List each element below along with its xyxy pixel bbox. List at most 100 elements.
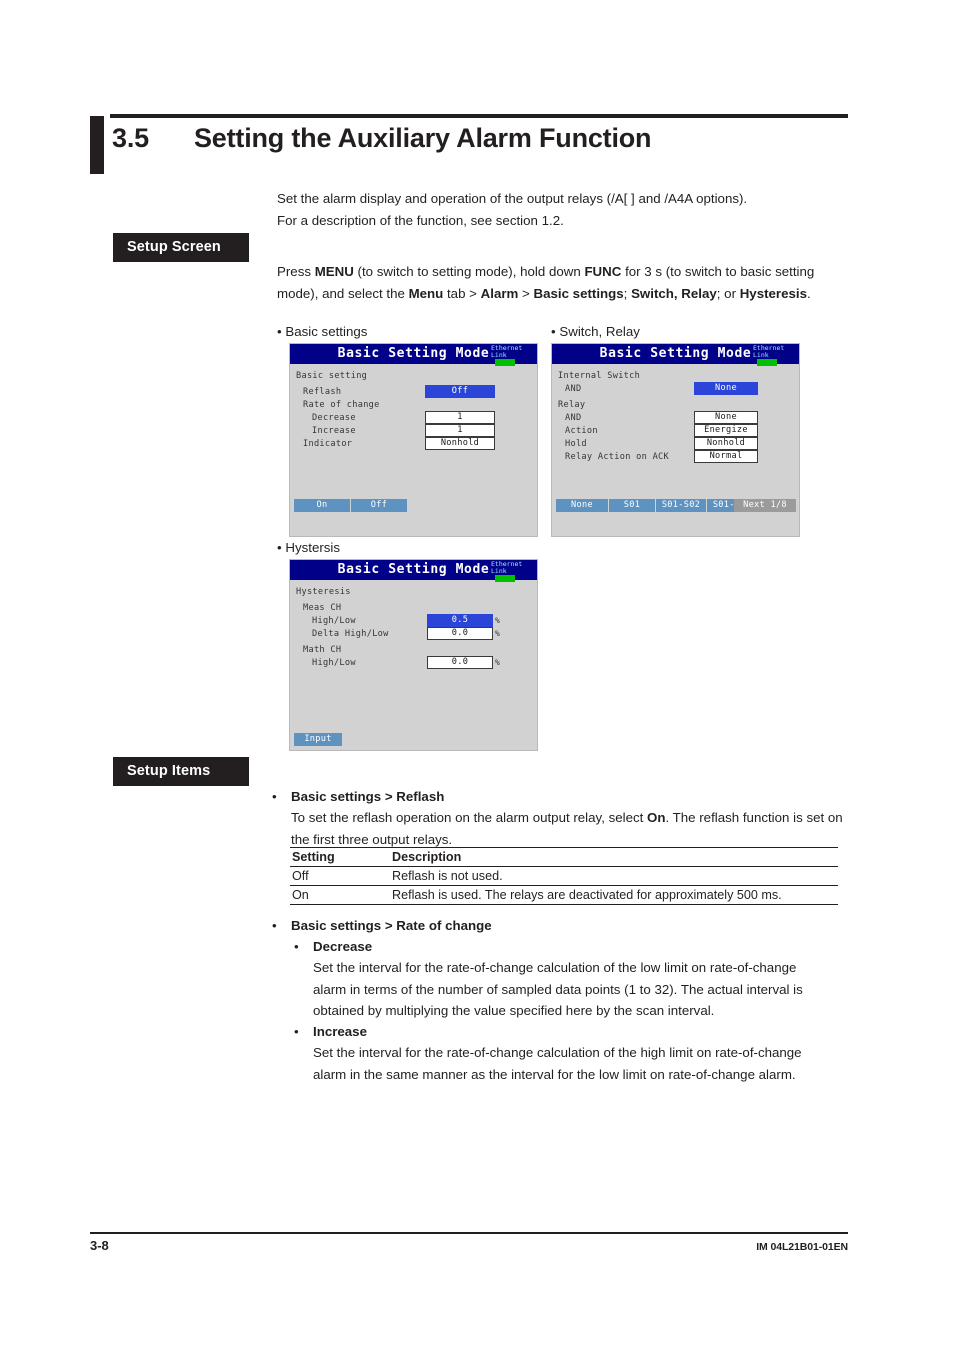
lcd-field-hold[interactable]: Nonhold xyxy=(694,437,758,450)
lcd-field-meas-high-low[interactable]: 0.5 xyxy=(427,614,493,627)
lcd-field-relay-and[interactable]: None xyxy=(694,411,758,424)
lcd-softkey-bar-switch: None S01 S01-S02 S01-S03 Next 1/8 xyxy=(552,499,799,512)
increase-line-1: Set the interval for the rate-of-change … xyxy=(313,1045,802,1060)
intro-paragraph: Set the alarm display and operation of t… xyxy=(277,188,857,232)
reflash-body-1a: To set the reflash operation on the alar… xyxy=(291,810,648,825)
lcd-screen-hysteresis: Basic Setting Mode Ethernet Link Hystere… xyxy=(289,559,538,751)
lcd-unit-delta-high-low: % xyxy=(495,629,500,638)
section-number: 3.5 xyxy=(112,123,149,153)
press-b1: MENU xyxy=(314,264,354,279)
lcd-label-math-high-low: High/Low xyxy=(312,658,356,668)
lcd-body-hysteresis: Hysteresis Meas CH High/Low Delta High/L… xyxy=(290,580,537,748)
lcd-label-action: Action xyxy=(565,426,598,436)
table-cell-description-on: Reflash is used. The relays are deactiva… xyxy=(389,885,838,905)
press-b6: Switch, Relay xyxy=(631,286,717,301)
press-b7: Hysteresis xyxy=(739,286,807,301)
softkey-s01-s02[interactable]: S01-S02 xyxy=(656,499,707,512)
softkey-next-page[interactable]: Next 1/8 xyxy=(734,499,797,512)
table-cell-description-off: Reflash is not used. xyxy=(389,866,838,886)
ethernet-label-line2: Link xyxy=(491,566,507,575)
bullet-reflash-icon: • xyxy=(272,789,277,804)
lcd-group-internal-switch: Internal Switch xyxy=(558,371,641,381)
press-t6: ; xyxy=(623,286,632,301)
lcd-field-reflash[interactable]: Off xyxy=(425,385,495,398)
item-title-increase: Increase xyxy=(313,1024,367,1039)
bullet-decrease-icon: • xyxy=(294,939,299,954)
decrease-line-1: Set the interval for the rate-of-change … xyxy=(313,960,797,975)
lcd-field-increase[interactable]: 1 xyxy=(425,424,495,437)
item-body-increase: Set the interval for the rate-of-change … xyxy=(313,1042,853,1085)
press-b2: FUNC xyxy=(584,264,622,279)
press-b5: Basic settings xyxy=(533,286,624,301)
press-t2: (to switch to setting mode), hold down xyxy=(353,264,585,279)
decrease-line-3: obtained by multiplying the value specif… xyxy=(313,1003,715,1018)
lcd-screen-basic-settings: Basic Setting Mode Ethernet Link Basic s… xyxy=(289,343,538,537)
item-title-rate-of-change: Basic settings > Rate of change xyxy=(291,918,492,933)
lcd-screen-switch-relay: Basic Setting Mode Ethernet Link Interna… xyxy=(551,343,800,537)
lcd-field-switch-and[interactable]: None xyxy=(694,382,758,395)
setup-screen-tag: Setup Screen xyxy=(113,233,249,262)
lcd-label-math-ch: Math CH xyxy=(303,645,342,655)
lcd-label-increase: Increase xyxy=(312,426,356,436)
lcd-body-switch-relay: Internal Switch AND Relay AND Action Hol… xyxy=(552,364,799,514)
lcd-group-hysteresis: Hysteresis xyxy=(296,587,351,597)
lcd-body-basic-settings: Basic setting Reflash Rate of change Dec… xyxy=(290,364,537,514)
lcd-title-text: Basic Setting Mode xyxy=(337,562,490,577)
ethernet-link-indicator: Ethernet Link xyxy=(753,345,797,366)
table-row: Off Reflash is not used. xyxy=(290,866,838,886)
lcd-label-relay-action-ack: Relay Action on ACK xyxy=(565,452,670,462)
item-body-reflash: To set the reflash operation on the alar… xyxy=(291,807,851,850)
footer-rule xyxy=(90,1232,848,1234)
caption-hysteresis: • Hystersis xyxy=(277,540,341,555)
lcd-label-rate-of-change: Rate of change xyxy=(303,400,380,410)
page-title: Setting the Auxiliary Alarm Function xyxy=(194,123,652,153)
ethernet-label-line2: Link xyxy=(491,350,507,359)
table-header-setting: Setting xyxy=(290,848,389,867)
lcd-title-bar: Basic Setting Mode Ethernet Link xyxy=(290,344,537,366)
press-t7: ; or xyxy=(716,286,740,301)
press-t8: . xyxy=(806,286,811,301)
press-b3: Menu xyxy=(408,286,444,301)
increase-line-2: alarm in the same manner as the interval… xyxy=(313,1066,796,1082)
lcd-title-text: Basic Setting Mode xyxy=(337,346,490,361)
lcd-field-indicator[interactable]: Nonhold xyxy=(425,437,495,450)
reflash-body-1b: On xyxy=(647,810,666,825)
bullet-increase-icon: • xyxy=(294,1024,299,1039)
softkey-none[interactable]: None xyxy=(556,499,609,512)
softkey-s01[interactable]: S01 xyxy=(609,499,656,512)
reflash-settings-table: Setting Description Off Reflash is not u… xyxy=(290,848,838,905)
table-header-row: Setting Description xyxy=(290,848,838,867)
setup-items-tag: Setup Items xyxy=(113,757,249,786)
lcd-label-hold: Hold xyxy=(565,439,587,449)
press-t5: > xyxy=(518,286,534,301)
heading-accent-bar xyxy=(90,116,104,174)
ethernet-link-indicator: Ethernet Link xyxy=(491,345,535,366)
lcd-group-basic-setting: Basic setting xyxy=(296,371,368,381)
table-cell-setting-on: On xyxy=(290,885,389,905)
softkey-off[interactable]: Off xyxy=(351,499,408,512)
lcd-title-bar: Basic Setting Mode Ethernet Link xyxy=(290,560,537,582)
lcd-field-action[interactable]: Energize xyxy=(694,424,758,437)
decrease-line-2: alarm in terms of the number of sampled … xyxy=(313,981,803,997)
press-t1: Press xyxy=(277,264,315,279)
lcd-field-math-high-low[interactable]: 0.0 xyxy=(427,656,493,669)
lcd-label-meas-ch: Meas CH xyxy=(303,603,342,613)
lcd-field-relay-action-ack[interactable]: Normal xyxy=(694,450,758,463)
caption-switch-relay: • Switch, Relay xyxy=(551,324,640,339)
lcd-group-relay: Relay xyxy=(558,400,586,410)
footer-page-number: 3-8 xyxy=(90,1238,109,1253)
lcd-label-reflash: Reflash xyxy=(303,387,342,397)
lcd-label-relay-and: AND xyxy=(565,413,582,423)
lcd-softkey-bar-basic: On Off xyxy=(290,499,537,512)
lcd-softkey-bar-hysteresis: Input xyxy=(290,733,537,746)
softkey-on[interactable]: On xyxy=(294,499,351,512)
lcd-field-decrease[interactable]: 1 xyxy=(425,411,495,424)
softkey-input[interactable]: Input xyxy=(294,733,343,746)
press-t4: tab > xyxy=(443,286,481,301)
table-header-description: Description xyxy=(389,848,838,867)
lcd-field-delta-high-low[interactable]: 0.0 xyxy=(427,627,493,640)
lcd-unit-meas-high-low: % xyxy=(495,616,500,625)
ethernet-label-line2: Link xyxy=(753,350,769,359)
lcd-title-bar: Basic Setting Mode Ethernet Link xyxy=(552,344,799,366)
table-cell-setting-off: Off xyxy=(290,866,389,886)
